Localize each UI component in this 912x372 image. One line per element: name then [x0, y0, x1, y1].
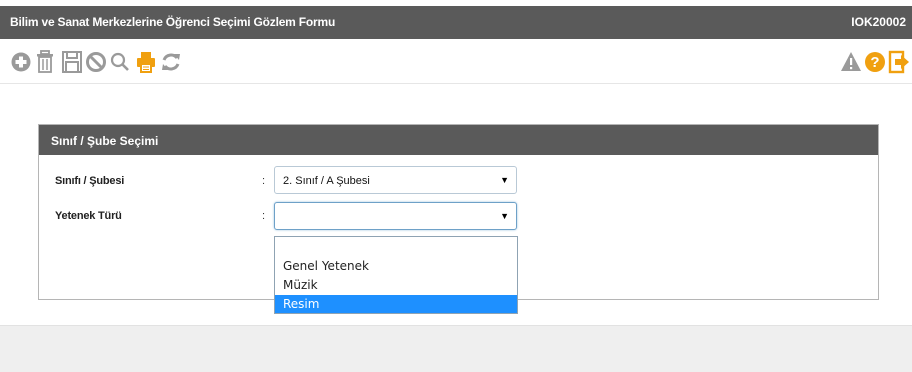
refresh-icon[interactable] — [160, 49, 182, 75]
warning-icon[interactable] — [840, 49, 862, 75]
svg-text:?: ? — [870, 54, 879, 71]
panel-header: Sınıf / Şube Seçimi — [39, 125, 878, 155]
dropdown-option-general[interactable]: Genel Yetenek — [275, 257, 517, 275]
class-section-label: Sınıfı / Şubesi — [55, 175, 125, 187]
class-section-select[interactable]: 2. Sınıf / A Şubesi ▼ — [274, 166, 517, 194]
form-code: IOK20002 — [851, 15, 906, 29]
search-icon[interactable] — [109, 49, 131, 75]
talent-type-select[interactable]: ▼ — [274, 202, 517, 230]
footer-bar — [0, 325, 912, 372]
panel-title: Sınıf / Şube Seçimi — [51, 134, 159, 148]
title-bar: Bilim ve Sanat Merkezlerine Öğrenci Seçi… — [0, 6, 912, 39]
talent-type-dropdown[interactable]: Genel Yetenek Müzik Resim — [274, 236, 518, 314]
add-icon[interactable] — [10, 49, 32, 75]
dropdown-option-empty[interactable] — [275, 237, 517, 255]
trash-icon[interactable] — [34, 49, 56, 75]
exit-icon[interactable] — [888, 49, 910, 75]
cancel-icon[interactable] — [85, 49, 107, 75]
talent-type-colon: : — [262, 210, 266, 222]
class-section-value: 2. Sınıf / A Şubesi — [283, 175, 370, 187]
window-title: Bilim ve Sanat Merkezlerine Öğrenci Seçi… — [10, 15, 336, 29]
talent-type-label: Yetenek Türü — [55, 210, 122, 222]
dropdown-option-music[interactable]: Müzik — [275, 276, 517, 294]
help-icon[interactable]: ? — [864, 49, 886, 75]
chevron-down-icon: ▼ — [500, 211, 509, 221]
print-icon[interactable] — [135, 49, 157, 75]
save-icon[interactable] — [61, 49, 83, 75]
class-section-colon: : — [262, 175, 266, 187]
chevron-down-icon: ▼ — [500, 175, 509, 185]
dropdown-option-art[interactable]: Resim — [275, 295, 517, 313]
toolbar: ? — [0, 39, 912, 84]
